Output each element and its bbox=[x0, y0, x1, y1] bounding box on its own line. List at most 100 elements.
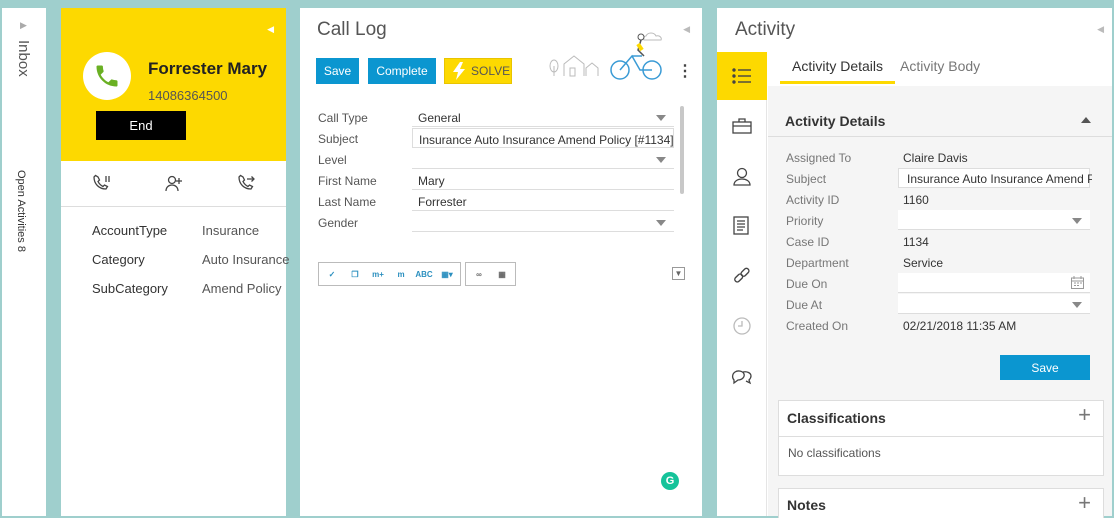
first-name-input[interactable]: Mary bbox=[412, 170, 674, 190]
field-label: Subject bbox=[318, 132, 359, 146]
field-value: Insurance bbox=[202, 223, 260, 238]
detail-value: 02/21/2018 11:35 AM bbox=[903, 319, 1017, 333]
toolbar-group-format: ✓ ❐ m+ m ABC ▦▾ bbox=[318, 262, 461, 286]
first-name-row: First Name Mary bbox=[318, 170, 674, 191]
activity-rail bbox=[717, 52, 767, 516]
save-button[interactable]: Save bbox=[316, 58, 359, 84]
classifications-title: Classifications bbox=[787, 410, 886, 426]
detail-label: Activity ID bbox=[786, 193, 840, 207]
detail-row-due-on: Due On bbox=[786, 273, 1106, 294]
activity-title: Activity bbox=[735, 19, 796, 40]
level-row: Level bbox=[318, 149, 674, 170]
chevron-down-icon bbox=[1072, 218, 1082, 224]
last-name-row: Last Name Forrester bbox=[318, 191, 674, 212]
call-log-panel: Call Log ◀ Save Complete SOLVE ⋮ Call Ty… bbox=[300, 8, 702, 516]
detail-label: Due On bbox=[786, 277, 828, 291]
rail-item-links[interactable] bbox=[717, 252, 767, 300]
grammarly-icon[interactable]: G bbox=[661, 472, 679, 490]
caller-panel: ◀ Forrester Mary 14086364500 End Account… bbox=[61, 8, 290, 516]
activity-save-button[interactable]: Save bbox=[1000, 355, 1090, 380]
briefcase-icon bbox=[732, 118, 752, 134]
calendar-icon[interactable] bbox=[1071, 276, 1084, 289]
copy-icon[interactable]: ❐ bbox=[345, 265, 365, 283]
inbox-title[interactable]: Inbox bbox=[15, 40, 32, 77]
detail-value: Service bbox=[903, 256, 944, 270]
collapse-arrow-icon[interactable]: ◀ bbox=[683, 24, 690, 35]
collapse-arrow-icon[interactable]: ◀ bbox=[267, 24, 274, 35]
gender-row: Gender bbox=[318, 212, 674, 233]
detail-label: Subject bbox=[786, 172, 827, 186]
caller-name: Forrester Mary bbox=[148, 59, 268, 78]
detail-row-priority: Priority bbox=[786, 210, 1106, 231]
subject-input[interactable]: Insurance Auto Insurance Amend Policy [#… bbox=[412, 128, 674, 148]
table-icon[interactable]: ▦ bbox=[492, 265, 512, 283]
rail-item-case[interactable] bbox=[717, 102, 767, 150]
editor-toolbar: ✓ ❐ m+ m ABC ▦▾ ∞ ▦ bbox=[318, 262, 516, 286]
spellcheck-icon[interactable]: ABC bbox=[414, 265, 434, 283]
toolbar-group-insert: ∞ ▦ bbox=[465, 262, 516, 286]
rail-item-details[interactable] bbox=[717, 52, 767, 100]
activity-details-body: Activity Details Assigned To Claire Davi… bbox=[768, 86, 1112, 518]
list-icon bbox=[732, 68, 751, 84]
gender-select[interactable] bbox=[412, 212, 674, 232]
chevron-down-icon bbox=[656, 220, 666, 226]
chevron-up-icon[interactable] bbox=[1081, 117, 1091, 123]
complete-label: Complete bbox=[376, 64, 428, 78]
paste-icon[interactable]: ▦▾ bbox=[437, 265, 457, 283]
solve-button[interactable]: SOLVE bbox=[444, 58, 512, 84]
clear-format-icon[interactable]: ✓ bbox=[322, 265, 342, 283]
hold-call-icon[interactable] bbox=[91, 173, 111, 193]
chat-icon bbox=[731, 370, 752, 385]
merge-field-add-icon[interactable]: m+ bbox=[368, 265, 388, 283]
call-type-select[interactable]: General bbox=[412, 107, 674, 127]
add-participant-icon[interactable] bbox=[164, 173, 184, 193]
tab-activity-body[interactable]: Activity Body bbox=[900, 58, 980, 84]
field-value: Auto Insurance bbox=[202, 252, 290, 267]
priority-select[interactable] bbox=[898, 210, 1090, 230]
end-call-button[interactable]: End bbox=[96, 111, 186, 140]
form-scrollbar[interactable] bbox=[680, 106, 684, 194]
rail-item-history[interactable] bbox=[717, 302, 767, 350]
rail-item-contact[interactable] bbox=[717, 152, 767, 200]
chevron-down-icon[interactable]: ▼ bbox=[672, 267, 685, 280]
notes-title: Notes bbox=[787, 497, 826, 513]
open-activities-label[interactable]: Open Activities 8 bbox=[15, 170, 27, 252]
field-label: Category bbox=[92, 252, 145, 267]
tab-activity-details[interactable]: Activity Details bbox=[780, 58, 896, 84]
phone-icon bbox=[96, 65, 118, 87]
complete-button[interactable]: Complete bbox=[368, 58, 436, 84]
field-label: AccountType bbox=[92, 223, 168, 238]
field-label: Call Type bbox=[318, 111, 368, 125]
caller-phone-number: 14086364500 bbox=[148, 88, 228, 103]
classifications-empty-text: No classifications bbox=[788, 446, 881, 460]
field-value: General bbox=[418, 111, 461, 125]
divider bbox=[768, 136, 1112, 137]
call-actions bbox=[61, 161, 286, 207]
detail-value: Claire Davis bbox=[903, 151, 968, 165]
inbox-panel[interactable]: ▶ Inbox Open Activities 8 bbox=[2, 8, 46, 516]
contact-icon bbox=[733, 167, 751, 186]
call-log-title: Call Log bbox=[317, 19, 387, 40]
detail-label: Due At bbox=[786, 298, 823, 312]
chevron-down-icon bbox=[656, 157, 666, 163]
expand-arrow-icon[interactable]: ▶ bbox=[20, 20, 27, 31]
detail-row-activity-id: Activity ID 1160 bbox=[786, 189, 1106, 210]
more-options-icon[interactable]: ⋮ bbox=[677, 64, 693, 80]
collapse-arrow-icon[interactable]: ◀ bbox=[1097, 24, 1104, 35]
detail-label: Created On bbox=[786, 319, 849, 333]
due-at-select[interactable] bbox=[898, 294, 1090, 314]
detail-row-subject: Subject Insurance Auto Insurance Amend P bbox=[786, 168, 1106, 189]
field-label: First Name bbox=[318, 174, 377, 188]
link-icon[interactable]: ∞ bbox=[469, 265, 489, 283]
add-classification-icon[interactable]: + bbox=[1078, 404, 1091, 426]
level-select[interactable] bbox=[412, 149, 674, 169]
chevron-down-icon bbox=[656, 115, 666, 121]
rail-item-notes[interactable] bbox=[717, 202, 767, 250]
transfer-call-icon[interactable] bbox=[236, 173, 256, 193]
add-note-icon[interactable]: + bbox=[1078, 492, 1091, 514]
merge-field-icon[interactable]: m bbox=[391, 265, 411, 283]
rail-item-chat[interactable] bbox=[717, 352, 767, 400]
detail-row-case-id: Case ID 1134 bbox=[786, 231, 1106, 252]
last-name-input[interactable]: Forrester bbox=[412, 191, 674, 211]
due-on-date-input[interactable] bbox=[898, 273, 1090, 293]
